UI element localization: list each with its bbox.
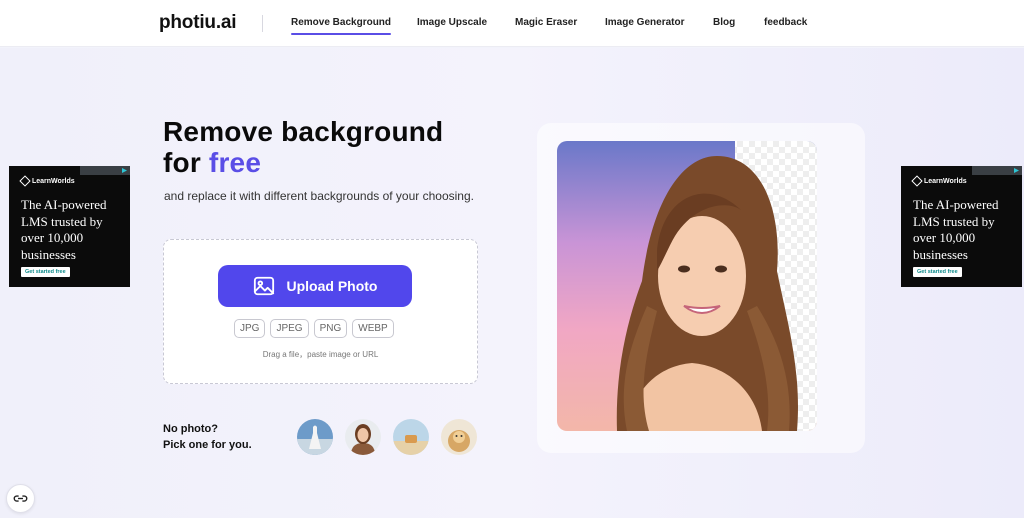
page-subtitle: and replace it with different background… bbox=[164, 189, 474, 203]
headline-line-2: for free bbox=[163, 147, 443, 178]
headline-accent: free bbox=[208, 147, 262, 178]
link-icon bbox=[13, 495, 28, 502]
ad-cta-button[interactable]: Get started free bbox=[913, 267, 962, 277]
ad-choices-icon[interactable] bbox=[80, 166, 130, 175]
ad-banner-left[interactable]: LearnWorlds The AI-powered LMS trusted b… bbox=[9, 166, 130, 287]
headline-line-1: Remove background bbox=[163, 116, 444, 147]
upload-photo-button[interactable]: Upload Photo bbox=[218, 265, 412, 307]
nav-blog[interactable]: Blog bbox=[713, 17, 735, 28]
ad-choices-icon[interactable] bbox=[972, 166, 1022, 175]
sample-prompt-line-2: Pick one for you. bbox=[163, 439, 252, 451]
image-icon bbox=[253, 276, 274, 296]
sample-photo-dog[interactable] bbox=[441, 419, 477, 455]
learnworlds-logo-icon bbox=[19, 175, 31, 187]
nav-image-upscale[interactable]: Image Upscale bbox=[417, 17, 487, 28]
hero-image bbox=[557, 141, 817, 431]
headline-for: for bbox=[163, 147, 201, 178]
floating-link-button[interactable] bbox=[6, 484, 35, 513]
nav-magic-eraser[interactable]: Magic Eraser bbox=[515, 17, 577, 28]
nav-remove-background[interactable]: Remove Background bbox=[291, 17, 392, 35]
format-badge: JPEG bbox=[270, 319, 309, 338]
ad-brand: LearnWorlds bbox=[911, 175, 967, 187]
upload-photo-label: Upload Photo bbox=[286, 278, 378, 294]
sample-prompt-line-1: No photo? bbox=[163, 423, 218, 435]
ad-banner-right[interactable]: LearnWorlds The AI-powered LMS trusted b… bbox=[901, 166, 1022, 287]
nav-divider bbox=[262, 15, 263, 32]
ad-brand-name: LearnWorlds bbox=[924, 177, 967, 185]
format-badge: WEBP bbox=[352, 319, 394, 338]
sample-prompt: No photo? Pick one for you. bbox=[163, 421, 252, 453]
nav-feedback[interactable]: feedback bbox=[764, 17, 807, 28]
top-navigation-bar: photiu.ai Remove Background Image Upscal… bbox=[0, 0, 1024, 47]
learnworlds-logo-icon bbox=[911, 175, 923, 187]
format-badge: JPG bbox=[234, 319, 266, 338]
upload-dropzone[interactable]: Upload Photo JPG JPEG PNG WEBP Drag a fi… bbox=[163, 239, 478, 384]
sample-photo-bride[interactable] bbox=[297, 419, 333, 455]
page-title: Remove background for free bbox=[163, 116, 443, 178]
sample-photo-beach[interactable] bbox=[393, 419, 429, 455]
hero-background bbox=[0, 48, 1024, 518]
supported-formats: JPG JPEG PNG WEBP bbox=[234, 319, 394, 338]
ad-text: The AI-powered LMS trusted by over 10,00… bbox=[913, 197, 999, 262]
drag-hint: Drag a file，paste image or URL bbox=[262, 350, 379, 359]
format-badge: PNG bbox=[313, 319, 348, 338]
ad-text: The AI-powered LMS trusted by over 10,00… bbox=[21, 197, 107, 262]
nav-image-generator[interactable]: Image Generator bbox=[605, 17, 684, 28]
ad-brand: LearnWorlds bbox=[19, 175, 75, 187]
sample-photo-woman[interactable] bbox=[345, 419, 381, 455]
site-logo[interactable]: photiu.ai bbox=[159, 12, 237, 34]
ad-cta-button[interactable]: Get started free bbox=[21, 267, 70, 277]
ad-brand-name: LearnWorlds bbox=[32, 177, 75, 185]
